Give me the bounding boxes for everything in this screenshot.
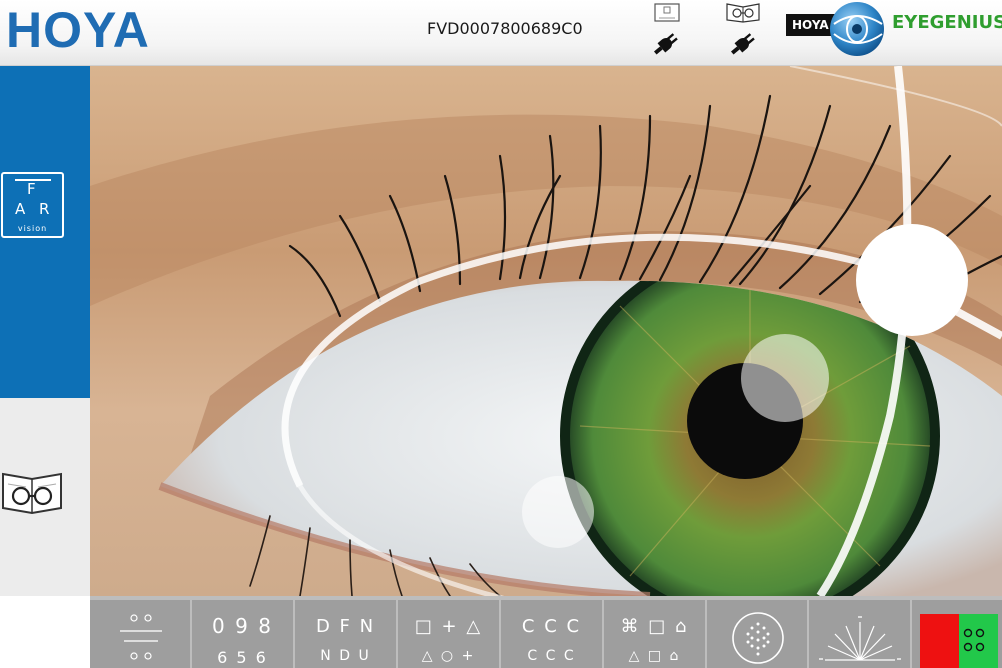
green-eye-closeup-photo [90, 66, 1002, 596]
header-bar: HOYA FVD0007800689C0 HOYA EYEGENIUS [0, 0, 1002, 66]
numbers-row-2: 6 5 6 [217, 648, 268, 667]
eyegenius-brand: EYEGENIUS [892, 12, 1002, 33]
tool-red-green[interactable] [920, 614, 998, 668]
bottom-chart-toolbar: 0 9 8 6 5 6 D F N N D U □ + △ △ ○ + C C … [90, 596, 1002, 668]
letters-row-1: D F N [315, 616, 376, 637]
symbols-row-1: ⌘ □ ⌂ [620, 616, 689, 637]
small-letters-icon [120, 614, 162, 660]
symbols-row-2: △ □ ⌂ [628, 648, 681, 664]
reading-book-icon[interactable] [724, 0, 762, 24]
tool-astigmatism-fan[interactable] [809, 600, 912, 668]
hoya-logo: HOYA [6, 2, 150, 58]
far-letter-a: A [15, 200, 26, 218]
rings-row-1: C C C [521, 616, 582, 637]
left-sidebar: F A R vision [0, 66, 90, 596]
tool-shapes[interactable]: □ + △ △ ○ + [398, 600, 501, 668]
globe-eye-icon [830, 2, 884, 56]
rings-row-2: C C C [527, 648, 576, 664]
astigmatism-fan-icon [819, 616, 901, 661]
tool-numbers[interactable]: 0 9 8 6 5 6 [192, 600, 295, 668]
book-glasses-icon[interactable] [0, 468, 64, 516]
tool-symbols[interactable]: ⌘ □ ⌂ △ □ ⌂ [604, 600, 707, 668]
device-serial-number: FVD0007800689C0 [427, 19, 583, 38]
far-vision-button[interactable]: F A R vision [1, 172, 64, 238]
dot-circle-icon [732, 612, 784, 664]
tool-small-letters[interactable] [90, 600, 192, 668]
tool-dot-circle[interactable] [707, 600, 809, 668]
plug-icon[interactable] [650, 30, 682, 58]
red-green-dots-icon [963, 628, 985, 652]
shapes-row-1: □ + △ [414, 616, 483, 637]
far-letter-r: R [39, 200, 50, 218]
tool-letters[interactable]: D F N N D U [295, 600, 398, 668]
chart-screen-icon[interactable] [652, 2, 682, 24]
eye-image-area [90, 66, 1002, 596]
far-letter-f: F [27, 180, 36, 198]
letters-row-2: N D U [320, 648, 371, 664]
far-vision-caption: vision [17, 224, 48, 233]
shapes-row-2: △ ○ + [421, 648, 476, 664]
plug-icon[interactable] [727, 30, 759, 58]
tool-landolt-rings[interactable]: C C C C C C [501, 600, 604, 668]
far-vision-panel[interactable]: F A R vision [0, 66, 90, 398]
numbers-row-1: 0 9 8 [212, 614, 273, 638]
